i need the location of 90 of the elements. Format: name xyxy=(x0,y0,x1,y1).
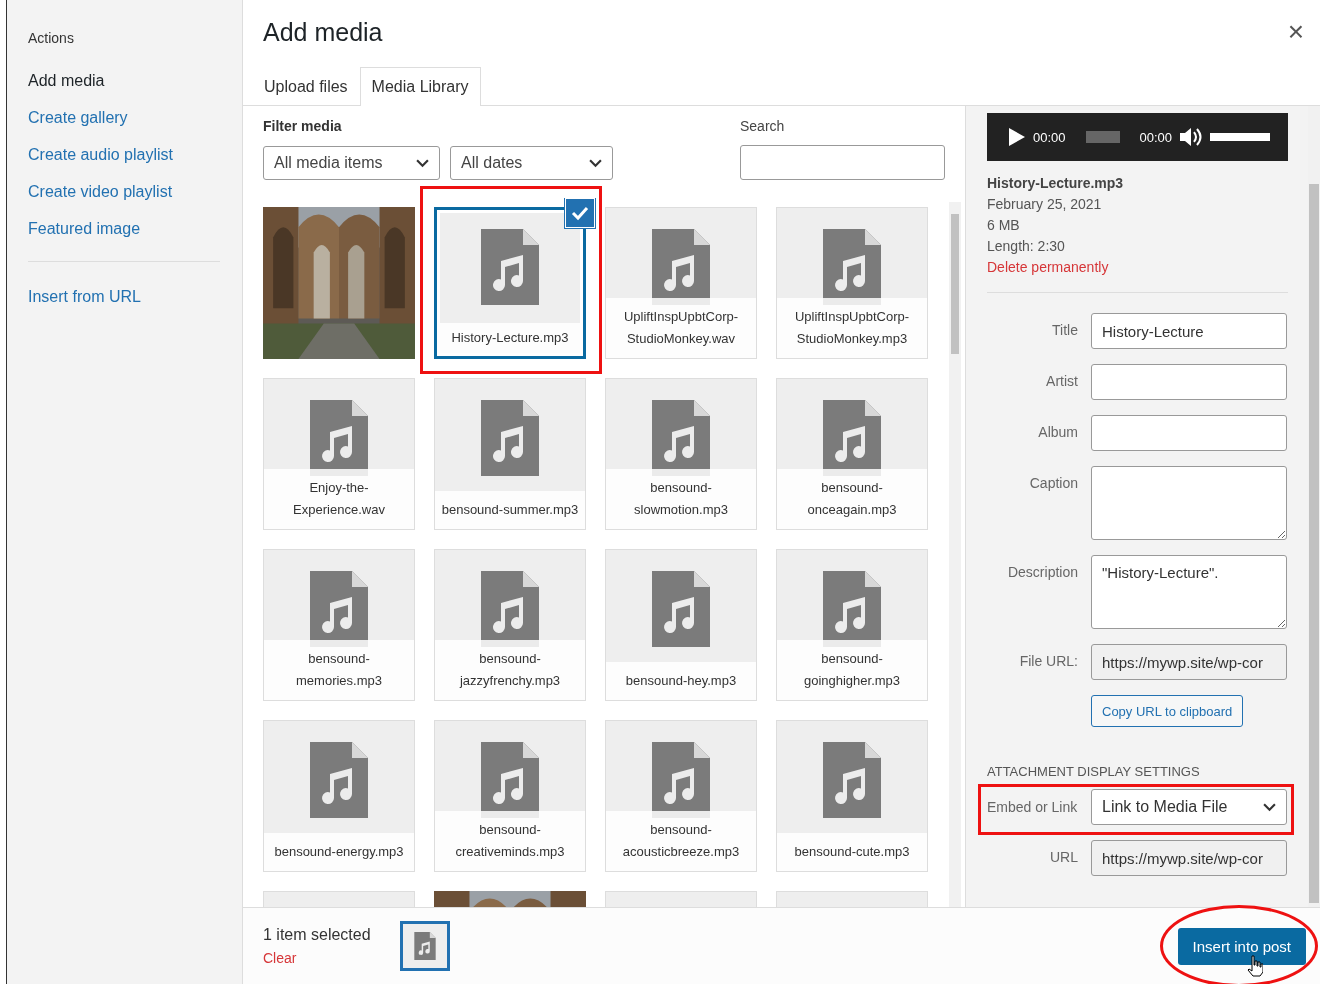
input-field[interactable] xyxy=(1091,415,1287,451)
media-tile[interactable]: bensound-slowmotion.mp3 xyxy=(605,378,757,530)
file-name: bensound-slowmotion.mp3 xyxy=(606,469,756,529)
media-tile[interactable]: bensound-onceagain.mp3 xyxy=(776,378,928,530)
media-tile[interactable]: bensound-jazzyfrenchy.mp3 xyxy=(434,549,586,701)
file-name: Enjoy-the-Experience.wav xyxy=(264,469,414,529)
volume-slider[interactable] xyxy=(1210,133,1270,141)
play-icon[interactable] xyxy=(1009,128,1025,146)
progress-bar[interactable] xyxy=(1085,131,1120,143)
upload-date: February 25, 2021 xyxy=(987,195,1103,214)
media-tile[interactable]: bensound-goinghigher.mp3 xyxy=(776,549,928,701)
media-tile[interactable]: bensound-summer.mp3 xyxy=(434,378,586,530)
sidebar-link[interactable]: Featured image xyxy=(28,220,242,238)
file-name: History-Lecture.mp3 xyxy=(440,323,580,353)
field-label: Title xyxy=(1051,321,1078,338)
file-name: bensound-jazzyfrenchy.mp3 xyxy=(435,640,585,700)
chevron-icon xyxy=(589,158,602,168)
scrollbar[interactable] xyxy=(949,202,961,907)
text-area[interactable] xyxy=(1091,466,1287,540)
tab[interactable]: Media Library xyxy=(359,67,481,106)
close-button[interactable]: × xyxy=(1283,16,1308,48)
clear-link[interactable]: Clear xyxy=(263,950,400,966)
field-label: Embed or Link xyxy=(987,799,1078,815)
file-name: bensound-onceagain.mp3 xyxy=(777,469,927,529)
media-tile[interactable]: bensound-acousticbreeze.mp3 xyxy=(605,720,757,872)
input-field[interactable]: History-Lecture xyxy=(1091,313,1287,349)
chevron-icon xyxy=(416,158,429,168)
file-name: UpliftInspUpbtCorp-StudioMonkey.wav xyxy=(606,298,756,358)
chevron-icon xyxy=(1263,802,1276,812)
url-field[interactable]: https://mywp.site/wp-cor xyxy=(1091,840,1287,876)
file-name: bensound-summer.mp3 xyxy=(435,491,585,529)
field-label: File URL: xyxy=(1018,652,1078,669)
media-tile[interactable]: bensound-memories.mp3 xyxy=(263,549,415,701)
sidebar-link[interactable]: Create gallery xyxy=(28,109,242,127)
copy-button[interactable]: Copy URL to clipboard xyxy=(1091,695,1244,727)
type-dropdown[interactable]: All media items xyxy=(263,146,440,180)
field-label: Artist xyxy=(1045,372,1078,389)
media-tile[interactable]: bensound-energy.mp3 xyxy=(263,720,415,872)
media-tile[interactable]: bensound-cute.mp3 xyxy=(776,720,928,872)
date-dropdown[interactable]: All dates xyxy=(450,146,613,180)
file-name: bensound-hey.mp3 xyxy=(606,662,756,700)
selection-count: 1 item selected xyxy=(263,926,372,944)
media-tile[interactable]: bensound-hey.mp3 xyxy=(605,549,757,701)
file-length: Length: 2:30 xyxy=(987,237,1066,256)
file-name: UpliftInspUpbtCorp-StudioMonkey.mp3 xyxy=(777,298,927,358)
text-area[interactable]: "History-Lecture". xyxy=(1091,555,1287,629)
file-name: bensound-memories.mp3 xyxy=(264,640,414,700)
field-label: Album xyxy=(1037,423,1078,440)
delete-link[interactable]: Delete permanently xyxy=(987,259,1109,275)
sidebar-heading: Actions xyxy=(28,30,75,46)
volume-icon[interactable] xyxy=(1180,127,1203,147)
current-time: 00:00 xyxy=(1033,129,1066,145)
search-field[interactable] xyxy=(740,145,945,180)
checkmark-icon[interactable] xyxy=(566,199,594,227)
filter-label: Filter media xyxy=(263,118,343,134)
file-name: bensound-creativeminds.mp3 xyxy=(435,811,585,871)
file-name: History-Lecture.mp3 xyxy=(987,174,1125,193)
field-label: Caption xyxy=(1028,474,1078,491)
file-size: 6 MB xyxy=(987,216,1021,235)
sidebar-link[interactable]: Add media xyxy=(28,72,242,90)
duration-time: 00:00 xyxy=(1139,129,1173,145)
tab[interactable]: Upload files xyxy=(252,67,360,105)
media-tile[interactable]: History-Lecture.mp3 xyxy=(434,207,586,359)
field-label: Description xyxy=(1006,563,1078,580)
sidebar-link[interactable]: Create audio playlist xyxy=(28,146,242,164)
field-label: URL xyxy=(1049,848,1078,865)
section-heading: ATTACHMENT DISPLAY SETTINGS xyxy=(987,764,1201,779)
url-field[interactable]: https://mywp.site/wp-cor xyxy=(1091,644,1287,680)
input-field[interactable] xyxy=(1091,364,1287,400)
file-name: bensound-energy.mp3 xyxy=(264,833,414,871)
media-tile[interactable]: UpliftInspUpbtCorp-StudioMonkey.mp3 xyxy=(776,207,928,359)
media-tile[interactable]: bensound-creativeminds.mp3 xyxy=(434,720,586,872)
embed-dropdown[interactable]: Link to Media File xyxy=(1091,789,1287,825)
audio-file-icon xyxy=(652,571,710,647)
search-label: Search xyxy=(740,118,786,134)
audio-file-icon xyxy=(481,229,539,305)
file-name: bensound-goinghigher.mp3 xyxy=(777,640,927,700)
file-name: bensound-acousticbreeze.mp3 xyxy=(606,811,756,871)
insert-button[interactable]: Insert into post xyxy=(1177,927,1306,965)
selected-thumbnail[interactable] xyxy=(400,921,450,971)
sidebar-link[interactable]: Insert from URL xyxy=(28,288,242,306)
hand-cursor-icon xyxy=(1247,955,1263,977)
sidebar-link[interactable]: Create video playlist xyxy=(28,183,242,201)
dialog-title: Add media xyxy=(263,17,384,47)
file-name: bensound-cute.mp3 xyxy=(777,833,927,871)
media-tile[interactable]: UpliftInspUpbtCorp-StudioMonkey.wav xyxy=(605,207,757,359)
media-tile[interactable]: Enjoy-the-Experience.wav xyxy=(263,378,415,530)
audio-file-icon xyxy=(481,400,539,476)
audio-file-icon xyxy=(823,742,881,818)
audio-file-icon xyxy=(310,742,368,818)
